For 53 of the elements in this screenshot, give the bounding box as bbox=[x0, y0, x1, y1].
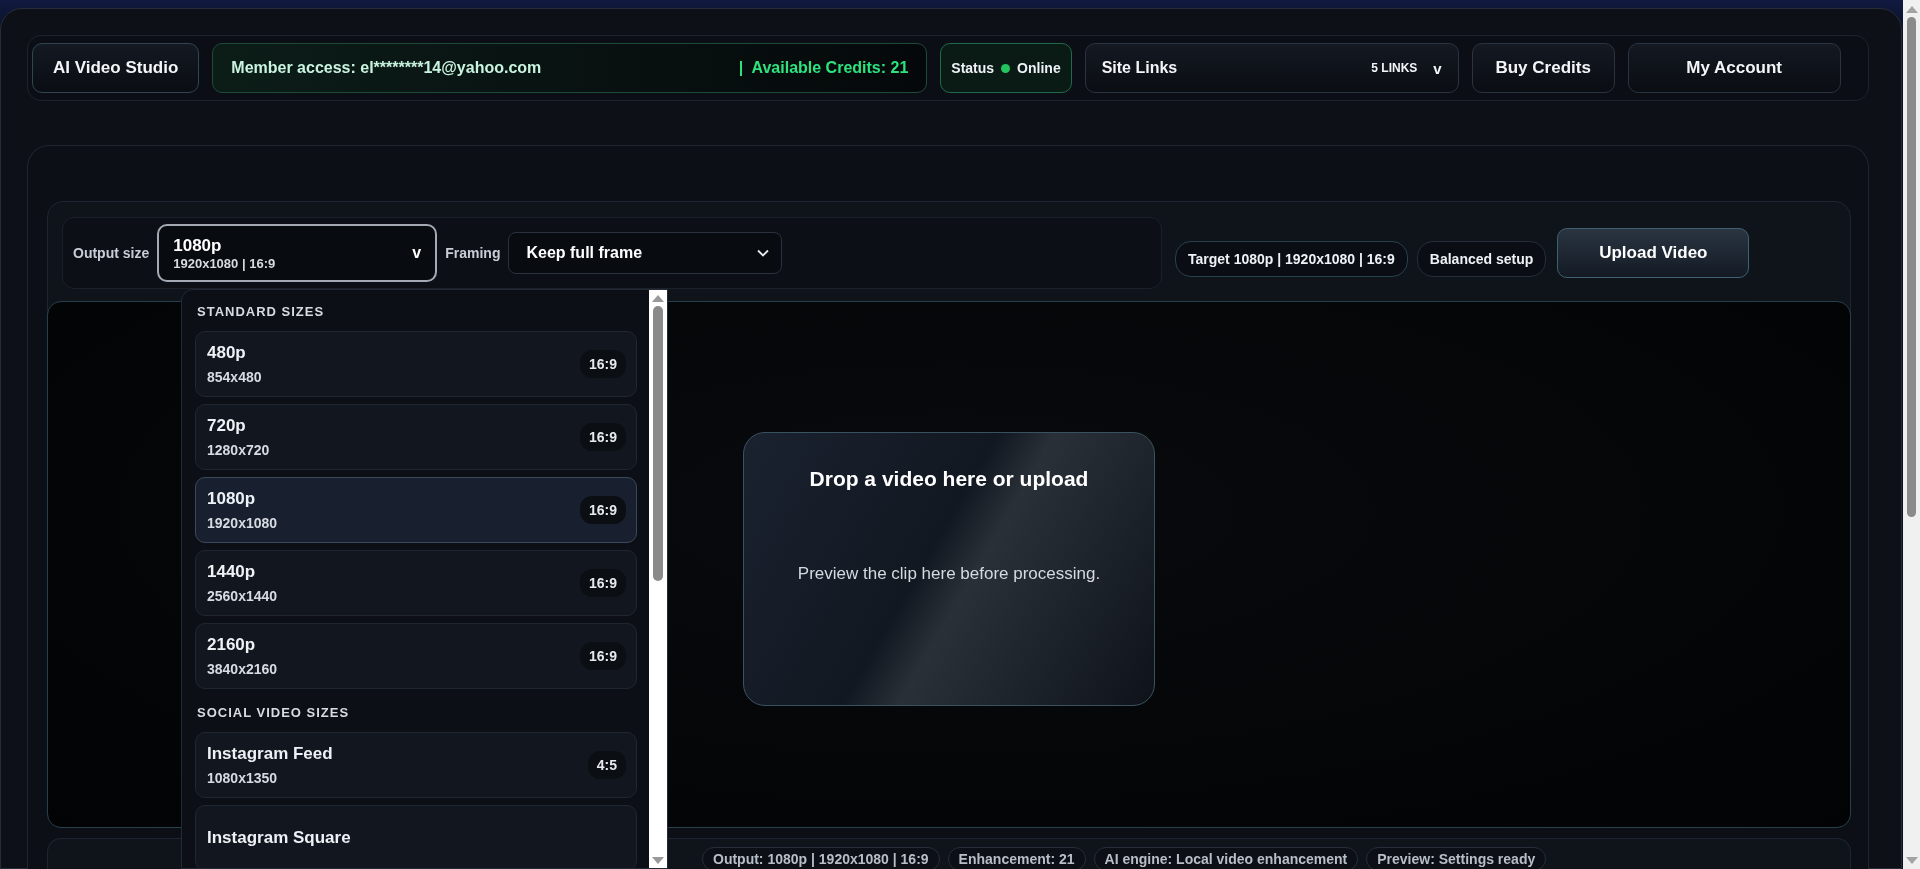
option-name: Instagram Square bbox=[207, 828, 351, 848]
framing-select[interactable]: Keep full frame bbox=[508, 232, 783, 274]
preset-chip: Balanced setup bbox=[1416, 241, 1547, 277]
upload-video-button[interactable]: Upload Video bbox=[1557, 228, 1750, 278]
ratio-badge: 16:9 bbox=[579, 642, 626, 670]
option-name: 1080p bbox=[207, 489, 257, 509]
size-option[interactable]: 1080p 1920x1080 16:9 bbox=[195, 477, 637, 543]
option-resolution: 854x480 bbox=[207, 369, 262, 385]
size-option[interactable]: 480p 854x480 16:9 bbox=[195, 331, 637, 397]
option-name: 2160p bbox=[207, 635, 257, 655]
chevron-down-icon bbox=[757, 249, 770, 257]
brand-button[interactable]: AI Video Studio bbox=[32, 43, 200, 93]
option-name: 1440p bbox=[207, 562, 257, 582]
output-size-label: Output size bbox=[73, 245, 150, 261]
buy-credits-button[interactable]: Buy Credits bbox=[1471, 43, 1615, 93]
account-button[interactable]: My Account bbox=[1627, 43, 1841, 93]
menu-group-heading: STANDARD SIZES bbox=[197, 304, 326, 319]
site-links-dropdown[interactable]: Site Links 5 LINKS v bbox=[1084, 43, 1459, 93]
page-scrollbar[interactable] bbox=[1903, 0, 1920, 869]
ratio-badge: 4:5 bbox=[587, 751, 626, 779]
credits-text: | Available Credits: 21 bbox=[738, 59, 909, 77]
option-resolution: 1280x720 bbox=[207, 442, 270, 458]
size-option[interactable]: 1440p 2560x1440 16:9 bbox=[195, 550, 637, 616]
size-option[interactable]: 720p 1280x720 16:9 bbox=[195, 404, 637, 470]
option-name: 480p bbox=[207, 343, 247, 363]
target-chip: Target 1080p | 1920x1080 | 16:9 bbox=[1175, 241, 1408, 277]
option-resolution: 3840x2160 bbox=[207, 661, 278, 677]
drop-zone-title: Drop a video here or upload bbox=[809, 466, 1089, 491]
option-resolution: 2560x1440 bbox=[207, 588, 278, 604]
status-chip: AI engine: Local video enhancement bbox=[1093, 847, 1359, 869]
menu-group-heading: SOCIAL VIDEO SIZES bbox=[197, 705, 351, 720]
option-name: Instagram Feed bbox=[207, 744, 333, 764]
option-resolution: 1080x1350 bbox=[207, 770, 279, 786]
member-access-text: Member access: el********14@yahoo.com bbox=[231, 59, 542, 77]
status-chip: Preview: Settings ready bbox=[1366, 847, 1547, 869]
status-value: Online bbox=[1017, 60, 1061, 76]
size-option[interactable]: 2160p 3840x2160 16:9 bbox=[195, 623, 637, 689]
status-chip: Enhancement: 21 bbox=[947, 847, 1086, 869]
ratio-badge: 16:9 bbox=[579, 569, 626, 597]
framing-label: Framing bbox=[445, 245, 501, 261]
status-label: Status bbox=[951, 60, 995, 76]
size-option[interactable]: Instagram Square bbox=[195, 805, 637, 868]
drop-zone-card[interactable]: Drop a video here or upload Preview the clip here before processing. bbox=[743, 431, 1155, 706]
ratio-badge: 16:9 bbox=[579, 423, 626, 451]
menu-scrollbar[interactable] bbox=[649, 290, 667, 868]
ratio-badge: 16:9 bbox=[579, 496, 626, 524]
option-resolution: 1920x1080 bbox=[207, 515, 278, 531]
drop-zone-hint: Preview the clip here before processing. bbox=[797, 562, 1101, 585]
option-name: 720p bbox=[207, 416, 247, 436]
size-option[interactable]: Instagram Feed 1080x1350 4:5 bbox=[195, 732, 637, 798]
output-size-select[interactable]: 1080p 1920x1080 | 16:9 v bbox=[157, 224, 438, 282]
status-chip: Output: 1080p | 1920x1080 | 16:9 bbox=[702, 847, 940, 869]
ratio-badge: 16:9 bbox=[579, 350, 626, 378]
